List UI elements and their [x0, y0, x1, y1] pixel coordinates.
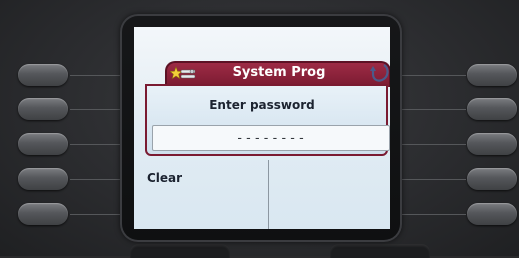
right-key-guide-1: [402, 75, 466, 76]
display-screen: System Prog Enter password -------- Clea…: [134, 27, 390, 229]
right-softkey-button-2[interactable]: [467, 98, 517, 120]
password-prompt: Enter password: [209, 98, 315, 112]
left-key-guide-4: [70, 179, 122, 180]
right-softkey-button-5[interactable]: [467, 203, 517, 225]
left-softkey-button-4[interactable]: [18, 168, 68, 190]
clear-softkey-label[interactable]: Clear: [147, 171, 182, 185]
page-title: System Prog: [232, 65, 326, 80]
right-softkey-button-3[interactable]: [467, 133, 517, 155]
left-softkey-button-1[interactable]: [18, 64, 68, 86]
left-softkey-button-5[interactable]: [18, 203, 68, 225]
left-softkey-button-3[interactable]: [18, 133, 68, 155]
right-key-guide-3: [402, 144, 466, 145]
password-mask: --------: [235, 131, 307, 146]
right-softkey-button-4[interactable]: [467, 168, 517, 190]
softkey-divider: [268, 160, 269, 229]
right-key-guide-5: [402, 214, 466, 215]
left-key-guide-5: [70, 214, 122, 215]
left-key-guide-1: [70, 75, 122, 76]
right-key-guide-4: [402, 179, 466, 180]
settings-tools-icon: [170, 66, 196, 80]
left-softkey-button-2[interactable]: [18, 98, 68, 120]
left-key-guide-3: [70, 144, 122, 145]
phone-bezel: System Prog Enter password -------- Clea…: [0, 0, 519, 258]
left-key-guide-2: [70, 109, 122, 110]
right-softkey-button-1[interactable]: [467, 64, 517, 86]
back-arrow-icon[interactable]: [370, 62, 390, 84]
right-key-guide-2: [402, 109, 466, 110]
